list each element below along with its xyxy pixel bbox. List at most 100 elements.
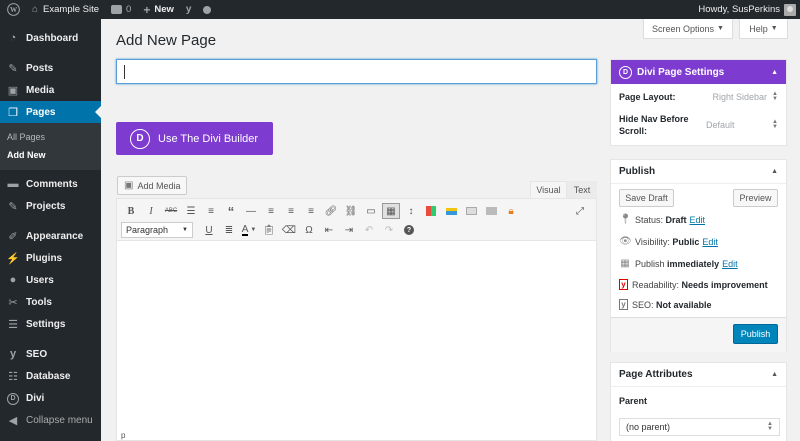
sidebar-item-settings[interactable]: ☰ Settings <box>0 313 101 335</box>
read-more-icon[interactable]: ▭ <box>361 202 381 220</box>
readability-label: Readability: <box>632 279 680 290</box>
visibility-value: Public <box>672 236 700 247</box>
sidebar-item-users[interactable]: ● Users <box>0 269 101 291</box>
my-account-link[interactable]: Howdy, SusPerkins <box>692 0 800 19</box>
preview-button[interactable]: Preview <box>733 189 778 207</box>
fullscreen-icon[interactable]: ⤢ <box>570 202 590 220</box>
strikethrough-icon[interactable]: ABC <box>161 202 181 220</box>
help-button[interactable]: Help ▼ <box>739 19 788 39</box>
text-cursor <box>124 65 125 79</box>
edit-date-link[interactable]: Edit <box>722 259 738 269</box>
save-draft-button[interactable]: Save Draft <box>619 189 674 207</box>
sidebar-item-seo[interactable]: y SEO <box>0 343 101 365</box>
publish-button[interactable]: Publish <box>733 324 778 344</box>
sidebar-item-dashboard[interactable]: ◔ Dashboard <box>0 27 101 49</box>
page-attributes-header[interactable]: Page Attributes ▲ <box>611 363 786 387</box>
sidebar-item-projects[interactable]: ✎ Projects <box>0 195 101 217</box>
yoast-seo-menu[interactable]: y <box>180 0 198 19</box>
submenu-all-pages[interactable]: All Pages <box>0 128 101 146</box>
align-left-icon[interactable]: ≡ <box>261 202 281 220</box>
bold-icon[interactable]: B <box>121 202 141 220</box>
box-icon[interactable] <box>441 202 461 220</box>
users-icon: ● <box>9 274 17 286</box>
sidebar-item-pages[interactable]: ❐ Pages <box>0 101 101 123</box>
button-icon[interactable] <box>481 202 501 220</box>
help-icon[interactable]: ? <box>399 221 419 239</box>
page-attributes-title: Page Attributes <box>619 369 693 380</box>
justify-icon[interactable]: ≣ <box>219 221 239 239</box>
database-icon: ☷ <box>8 370 18 383</box>
sidebar-item-media[interactable]: ▣ Media <box>0 79 101 101</box>
sidebar-item-database[interactable]: ☷ Database <box>0 365 101 387</box>
hide-nav-select[interactable]: Default ▲ ▼ <box>706 119 778 130</box>
seo-status-indicator[interactable] <box>197 0 217 19</box>
italic-icon[interactable]: I <box>141 202 161 220</box>
sidebar-item-posts[interactable]: ✎ Posts <box>0 57 101 79</box>
align-right-icon[interactable]: ≡ <box>301 202 321 220</box>
sidebar-item-comments[interactable]: ▬ Comments <box>0 173 101 195</box>
parent-select[interactable]: (no parent) ▲ ▼ <box>619 418 780 436</box>
link-icon[interactable]: 🔗︎ <box>321 202 341 220</box>
caret-down-icon: ▼ <box>182 227 188 233</box>
format-select[interactable]: Paragraph ▼ <box>121 222 193 238</box>
toolbar-toggle-icon[interactable]: ▦ <box>382 203 400 219</box>
sidebar-item-tools[interactable]: ✂ Tools <box>0 291 101 313</box>
screen-options-label: Screen Options <box>652 23 715 34</box>
publish-header[interactable]: Publish ▲ <box>611 160 786 184</box>
sidebar-item-appearance[interactable]: ✐ Appearance <box>0 225 101 247</box>
wordpress-logo-icon[interactable]: W <box>0 0 26 19</box>
add-media-button[interactable]: ▣ Add Media <box>117 176 188 195</box>
underline-icon[interactable]: U <box>199 221 219 239</box>
divi-button-label: Use The Divi Builder <box>158 132 259 145</box>
collapse-arrow-icon[interactable]: ▲ <box>771 371 778 378</box>
shortcode-icon[interactable]: ↕ <box>401 202 421 220</box>
divi-settings-header[interactable]: D Divi Page Settings ▲ <box>611 60 786 84</box>
edit-visibility-link[interactable]: Edit <box>702 237 718 247</box>
undo-icon[interactable]: ↶ <box>359 221 379 239</box>
bulleted-list-icon[interactable]: ☰ <box>181 202 201 220</box>
collapse-arrow-icon[interactable]: ▲ <box>771 168 778 175</box>
outdent-icon[interactable]: ⇤ <box>319 221 339 239</box>
sidebar-item-plugins[interactable]: ⚡ Plugins <box>0 247 101 269</box>
horizontal-line-icon[interactable]: — <box>241 202 261 220</box>
special-character-icon[interactable]: Ω <box>299 221 319 239</box>
collapse-arrow-icon[interactable]: ▲ <box>771 69 778 76</box>
sidebar-item-divi[interactable]: D Divi <box>0 387 101 409</box>
redo-icon[interactable]: ↷ <box>379 221 399 239</box>
clear-formatting-icon[interactable]: ⌫ <box>279 221 299 239</box>
tab-text[interactable]: Text <box>567 181 597 198</box>
pages-submenu: All Pages Add New <box>0 123 101 170</box>
caret-down-icon: ▼ <box>770 25 778 32</box>
comments-link[interactable]: 0 <box>105 0 137 19</box>
add-media-label: Add Media <box>137 180 181 191</box>
paste-text-icon[interactable]: 📋︎ <box>259 221 279 239</box>
indent-icon[interactable]: ⇥ <box>339 221 359 239</box>
site-name-link[interactable]: ⌂ Example Site <box>26 0 105 19</box>
tab-icon[interactable] <box>461 202 481 220</box>
comments-count: 0 <box>126 4 132 15</box>
page-attributes-box: Page Attributes ▲ Parent (no parent) ▲ ▼ <box>610 362 787 441</box>
sidebar-item-label: Comments <box>26 178 78 190</box>
text-color-icon[interactable]: A ▼ <box>239 221 259 239</box>
edit-status-link[interactable]: Edit <box>690 215 706 225</box>
site-name: Example Site <box>43 4 100 15</box>
submenu-add-new[interactable]: Add New <box>0 146 101 164</box>
collapse-menu-button[interactable]: ◀ Collapse menu <box>0 409 101 431</box>
new-content-link[interactable]: + New <box>137 0 180 19</box>
divi-icon: D <box>130 128 150 149</box>
use-divi-builder-button[interactable]: D Use The Divi Builder <box>116 122 273 155</box>
screen-options-button[interactable]: Screen Options ▼ <box>643 19 733 39</box>
title-input[interactable] <box>116 59 597 84</box>
blockquote-icon[interactable]: “ <box>221 202 241 220</box>
page-layout-select[interactable]: Right Sidebar ▲ ▼ <box>713 91 779 102</box>
lock-icon[interactable]: 🔒︎ <box>501 202 521 220</box>
tab-visual[interactable]: Visual <box>530 181 567 198</box>
yoast-icon: y <box>619 279 628 290</box>
layout-icon[interactable] <box>421 202 441 220</box>
align-center-icon[interactable]: ≡ <box>281 202 301 220</box>
sidebar-item-label: Database <box>26 370 71 382</box>
unlink-icon[interactable]: ⛓ <box>341 202 361 220</box>
comment-icon: ▬ <box>7 178 19 190</box>
admin-sidebar: ◔ Dashboard ✎ Posts ▣ Media ❐ Pages All Page… <box>0 19 101 441</box>
numbered-list-icon[interactable]: ≡ <box>201 202 221 220</box>
